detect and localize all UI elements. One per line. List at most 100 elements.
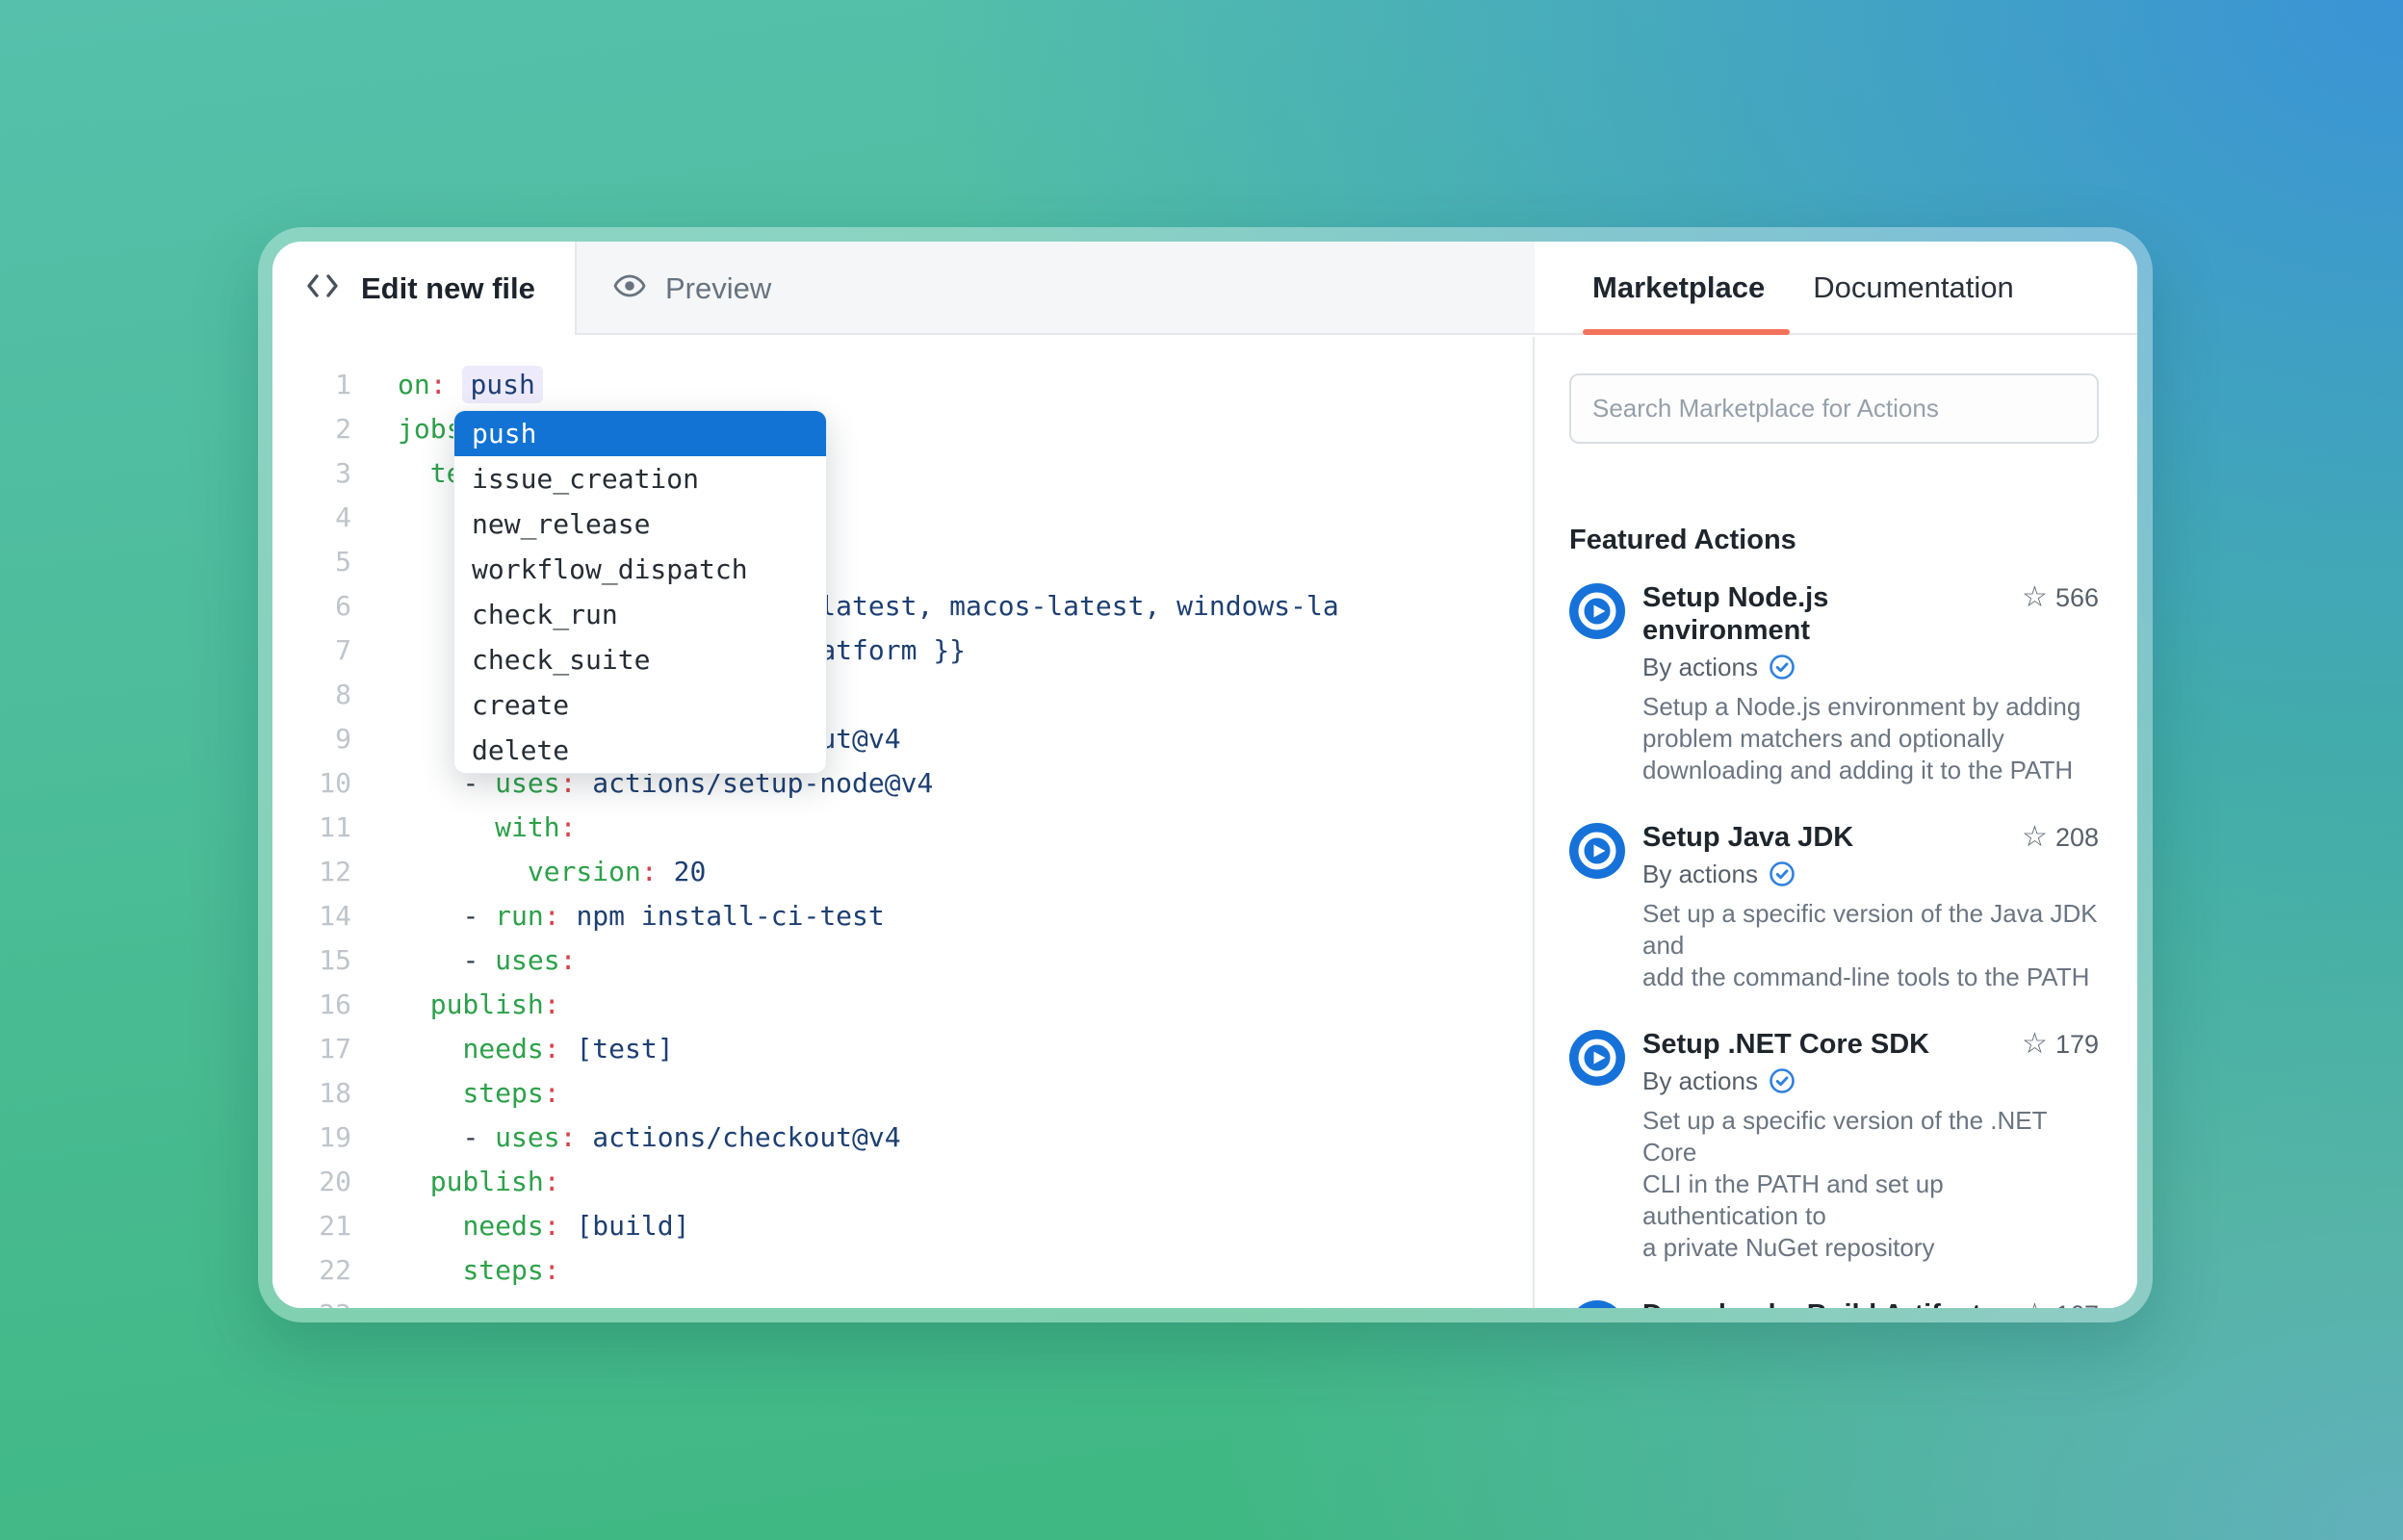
star-icon: ☆ bbox=[2022, 1028, 2048, 1061]
star-count: ☆ 167 bbox=[2022, 1298, 2099, 1308]
featured-action-item[interactable]: Setup Java JDK☆208By actionsSet up a spe… bbox=[1569, 821, 2099, 993]
featured-actions-list: Setup Node.js environment☆566By actionsS… bbox=[1569, 581, 2099, 1308]
autocomplete-option[interactable]: issue_creation bbox=[454, 456, 826, 501]
verified-badge-icon bbox=[1768, 860, 1796, 888]
code-line: 23 bbox=[272, 1293, 1533, 1308]
line-number: 2 bbox=[272, 407, 351, 451]
action-byline: By actions bbox=[1642, 653, 2099, 681]
autocomplete-option[interactable]: check_suite bbox=[454, 637, 826, 682]
code-line: 11 with: bbox=[272, 806, 1533, 850]
star-count: ☆179 bbox=[2022, 1028, 2099, 1061]
star-icon: ☆ bbox=[2022, 581, 2048, 614]
star-count: ☆208 bbox=[2022, 821, 2099, 854]
code-icon bbox=[305, 271, 340, 305]
featured-actions-heading: Featured Actions bbox=[1569, 525, 2099, 556]
byline-text: By actions bbox=[1642, 1066, 1758, 1096]
featured-action-item[interactable]: Setup Node.js environment☆566By actionsS… bbox=[1569, 581, 2099, 786]
code-text: version: 20 bbox=[398, 856, 706, 887]
line-number: 19 bbox=[272, 1116, 351, 1160]
verified-badge-icon bbox=[1768, 1066, 1796, 1095]
code-line: 15 - uses: bbox=[272, 938, 1533, 983]
star-count-value: 566 bbox=[2055, 583, 2099, 613]
code-line: 1 on: push bbox=[272, 363, 1533, 407]
line-number: 9 bbox=[272, 717, 351, 761]
code-text: needs: [build] bbox=[398, 1210, 689, 1242]
play-circle-icon bbox=[1569, 1300, 1625, 1308]
line-number: 23 bbox=[272, 1293, 351, 1308]
star-count-value: 208 bbox=[2055, 823, 2099, 853]
autocomplete-option[interactable]: workflow_dispatch bbox=[454, 547, 826, 592]
play-circle-icon bbox=[1569, 583, 1625, 639]
line-number: 4 bbox=[272, 496, 351, 540]
code-text: with: bbox=[398, 811, 576, 843]
autocomplete-option[interactable]: create bbox=[454, 682, 826, 728]
code-text: steps: bbox=[398, 1254, 560, 1286]
code-line: 14 - run: npm install-ci-test bbox=[272, 894, 1533, 938]
line-number: 3 bbox=[272, 451, 351, 496]
active-tab-underline bbox=[1583, 329, 1790, 335]
code-text: - uses: bbox=[398, 944, 576, 976]
code-line: 12 version: 20 bbox=[272, 850, 1533, 894]
tab-preview[interactable]: Preview bbox=[577, 242, 981, 335]
line-number: 11 bbox=[272, 806, 351, 850]
code-text: on: push bbox=[398, 369, 543, 400]
autocomplete-option[interactable]: delete bbox=[454, 728, 826, 773]
action-byline: By actions bbox=[1642, 860, 2099, 888]
code-text: steps: bbox=[398, 1077, 560, 1109]
action-description: Set up a specific version of the .NET Co… bbox=[1642, 1105, 2099, 1264]
line-number: 17 bbox=[272, 1027, 351, 1071]
desktop-background: Edit new file Preview 1on: push2jobs:3 t… bbox=[0, 0, 2403, 1540]
line-number: 15 bbox=[272, 938, 351, 983]
play-circle-icon bbox=[1569, 1030, 1625, 1086]
line-number: 1 bbox=[272, 363, 351, 407]
line-number: 10 bbox=[272, 761, 351, 806]
play-circle-icon bbox=[1569, 823, 1625, 879]
autocomplete-dropdown[interactable]: pushissue_creationnew_releaseworkflow_di… bbox=[453, 410, 827, 774]
star-count-value: 179 bbox=[2055, 1030, 2099, 1060]
action-description: Set up a specific version of the Java JD… bbox=[1642, 898, 2099, 993]
tab-edit-new-file[interactable]: Edit new file bbox=[272, 242, 577, 335]
line-number: 18 bbox=[272, 1071, 351, 1116]
code-line: 18 steps: bbox=[272, 1071, 1533, 1116]
tab-documentation[interactable]: Documentation bbox=[1813, 270, 2014, 305]
code-text: publish: bbox=[398, 1166, 560, 1197]
eye-icon bbox=[613, 270, 646, 307]
tab-preview-label: Preview bbox=[665, 271, 771, 306]
code-text: publish: bbox=[398, 988, 560, 1020]
code-line: 17 needs: [test] bbox=[272, 1027, 1533, 1071]
code-text: - run: npm install-ci-test bbox=[398, 900, 885, 932]
line-number: 22 bbox=[272, 1248, 351, 1293]
star-count-value: 167 bbox=[2055, 1300, 2099, 1309]
line-number: 21 bbox=[272, 1204, 351, 1248]
tab-marketplace[interactable]: Marketplace bbox=[1592, 270, 1765, 305]
autocomplete-option[interactable]: check_run bbox=[454, 592, 826, 637]
star-count: ☆566 bbox=[2022, 581, 2099, 614]
workflow-editor-window: Edit new file Preview 1on: push2jobs:3 t… bbox=[272, 242, 2137, 1308]
code-text: needs: [test] bbox=[398, 1033, 674, 1065]
code-line: 22 steps: bbox=[272, 1248, 1533, 1293]
line-number: 16 bbox=[272, 983, 351, 1027]
code-text: - uses: actions/checkout@v4 bbox=[398, 1121, 901, 1153]
line-number: 20 bbox=[272, 1160, 351, 1204]
marketplace-tab-bar: Marketplace Documentation bbox=[1535, 242, 2137, 335]
line-number: 8 bbox=[272, 673, 351, 717]
marketplace-search-box[interactable] bbox=[1569, 373, 2099, 444]
autocomplete-option[interactable]: new_release bbox=[454, 501, 826, 547]
code-line: 20 publish: bbox=[272, 1160, 1533, 1204]
verified-badge-icon bbox=[1768, 653, 1796, 681]
line-number: 5 bbox=[272, 540, 351, 584]
star-icon: ☆ bbox=[2022, 821, 2048, 854]
code-line: 19 - uses: actions/checkout@v4 bbox=[272, 1116, 1533, 1160]
code-line: 16 publish: bbox=[272, 983, 1533, 1027]
byline-text: By actions bbox=[1642, 860, 1758, 889]
star-icon: ☆ bbox=[2022, 1298, 2048, 1308]
line-number: 6 bbox=[272, 584, 351, 629]
line-number: 7 bbox=[272, 629, 351, 673]
marketplace-search-input[interactable] bbox=[1571, 394, 2097, 424]
autocomplete-option[interactable]: push bbox=[454, 411, 826, 456]
tab-edit-label: Edit new file bbox=[361, 271, 535, 306]
featured-action-item[interactable]: Setup .NET Core SDK☆179By actionsSet up … bbox=[1569, 1028, 2099, 1264]
byline-text: By actions bbox=[1642, 653, 1758, 682]
featured-action-item[interactable]: Download a Build Artifact☆167By actionsD… bbox=[1569, 1298, 2099, 1308]
action-byline: By actions bbox=[1642, 1066, 2099, 1095]
